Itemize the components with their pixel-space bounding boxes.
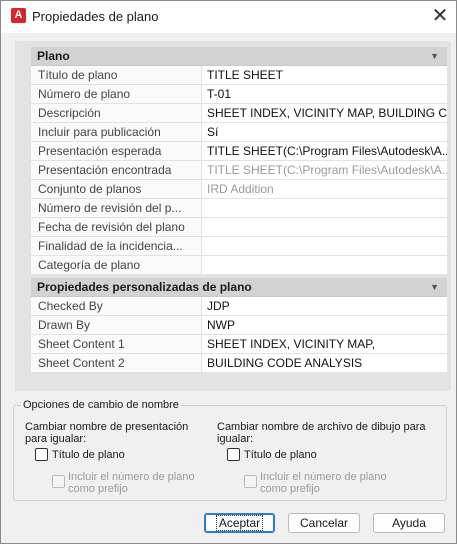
property-value[interactable]: T-01 (202, 85, 447, 103)
property-name: Finalidad de la incidencia... (31, 237, 202, 255)
property-value[interactable] (202, 199, 447, 217)
property-value[interactable] (202, 237, 447, 255)
layout-sheet-title-checkbox-label: Título de plano (52, 449, 125, 461)
autocad-app-icon: A (11, 8, 26, 23)
property-row[interactable]: Descripción SHEET INDEX, VICINITY MAP, BU… (31, 104, 447, 123)
property-value[interactable]: SHEET INDEX, VICINITY MAP, (202, 335, 447, 353)
layout-prefix-number-label-line2: como prefijo (68, 483, 128, 495)
property-name: Número de revisión del p... (31, 199, 202, 217)
property-name: Sheet Content 2 (31, 354, 202, 372)
collapse-arrow-icon[interactable]: ▼ (430, 47, 439, 66)
cancel-button[interactable]: Cancelar (288, 513, 360, 533)
property-row[interactable]: Categoría de plano (31, 256, 447, 275)
rename-options-legend: Opciones de cambio de nombre (21, 399, 181, 411)
property-value: IRD Addition (207, 182, 274, 196)
rename-layout-label-line1: Cambiar nombre de presentación (25, 421, 189, 433)
property-grid: Plano ▼ Título de plano TITLE SHEET Número d… (31, 47, 447, 373)
category-label: Propiedades personalizadas de plano (37, 280, 252, 294)
property-value[interactable]: Sí (202, 123, 447, 141)
property-name: Incluir para publicación (31, 123, 202, 141)
property-row[interactable]: Presentación encontrada TITLE SHEET(C:\Pr… (31, 161, 447, 180)
property-value[interactable]: BUILDING CODE ANALYSIS (202, 354, 447, 372)
property-row[interactable]: Fecha de revisión del plano (31, 218, 447, 237)
property-name: Presentación encontrada (31, 161, 202, 179)
close-button[interactable]: ✕ (424, 3, 456, 31)
rename-layout-label-line2: para igualar: (25, 433, 87, 445)
property-name: Conjunto de planos (31, 180, 202, 198)
property-name: Fecha de revisión del plano (31, 218, 202, 236)
properties-panel: Plano ▼ Título de plano TITLE SHEET Número d… (15, 41, 451, 391)
rename-drawing-file-label: Cambiar nombre de archivo de dibujo para… (217, 421, 426, 445)
property-name: Presentación esperada (31, 142, 202, 160)
category-header[interactable]: Plano ▼ (31, 47, 447, 66)
property-value[interactable] (202, 256, 447, 274)
layout-prefix-number-label: Incluir el número de plano como prefijo (68, 471, 195, 495)
layout-prefix-number-label-line1: Incluir el número de plano (68, 471, 195, 483)
collapse-arrow-icon[interactable]: ▼ (430, 278, 439, 297)
category-label: Plano (37, 49, 70, 63)
property-row[interactable]: Finalidad de la incidencia... (31, 237, 447, 256)
category-header[interactable]: Propiedades personalizadas de plano ▼ (31, 278, 447, 297)
property-row[interactable]: Conjunto de planos IRD Addition (31, 180, 447, 199)
property-row[interactable]: Presentación esperada TITLE SHEET(C:\Prog… (31, 142, 447, 161)
drawing-prefix-number-label-line1: Incluir el número de plano (260, 471, 387, 483)
property-value[interactable]: SHEET INDEX, VICINITY MAP, BUILDING C... (202, 104, 447, 122)
help-button[interactable]: Ayuda (373, 513, 445, 533)
rename-drawing-file-label-line2: igualar: (217, 433, 254, 445)
property-name: Checked By (31, 297, 202, 315)
property-value[interactable]: TITLE SHEET(C:\Program Files\Autodesk\A.… (202, 142, 447, 160)
property-value[interactable]: TITLE SHEET (202, 66, 447, 84)
sheet-properties-dialog: A Propiedades de plano ✕ Plano ▼ Título de… (0, 0, 457, 544)
layout-prefix-number-checkbox[interactable] (52, 475, 65, 488)
property-name: Descripción (31, 104, 202, 122)
property-name: Sheet Content 1 (31, 335, 202, 353)
property-row[interactable]: Incluir para publicación Sí (31, 123, 447, 142)
drawing-sheet-title-checkbox-label: Título de plano (244, 449, 317, 461)
property-name: Categoría de plano (31, 256, 202, 274)
property-value[interactable]: NWP (202, 316, 447, 334)
dialog-title: Propiedades de plano (32, 9, 159, 24)
property-row[interactable]: Sheet Content 1 SHEET INDEX, VICINITY MAP… (31, 335, 447, 354)
ok-button[interactable]: Aceptar (204, 513, 275, 533)
drawing-sheet-title-checkbox[interactable] (227, 448, 240, 461)
drawing-prefix-number-checkbox[interactable] (244, 475, 257, 488)
ok-button-label: Aceptar (215, 515, 264, 531)
property-value: TITLE SHEET(C:\Program Files\Autodesk\A.… (207, 163, 447, 177)
property-row[interactable]: Número de revisión del p... (31, 199, 447, 218)
property-row[interactable]: Título de plano TITLE SHEET (31, 66, 447, 85)
property-name: Drawn By (31, 316, 202, 334)
layout-sheet-title-checkbox[interactable] (35, 448, 48, 461)
property-row[interactable]: Drawn By NWP (31, 316, 447, 335)
drawing-prefix-number-label: Incluir el número de plano como prefijo (260, 471, 387, 495)
property-row[interactable]: Checked By JDP (31, 297, 447, 316)
rename-drawing-file-label-line1: Cambiar nombre de archivo de dibujo para (217, 421, 426, 433)
close-icon: ✕ (431, 5, 449, 27)
rename-layout-label: Cambiar nombre de presentación para igua… (25, 421, 188, 445)
property-name: Número de plano (31, 85, 202, 103)
property-row[interactable]: Número de plano T-01 (31, 85, 447, 104)
property-name: Título de plano (31, 66, 202, 84)
property-value[interactable]: JDP (202, 297, 447, 315)
property-row[interactable]: Sheet Content 2 BUILDING CODE ANALYSIS (31, 354, 447, 373)
property-value[interactable] (202, 218, 447, 236)
title-bar: A Propiedades de plano ✕ (1, 1, 456, 33)
drawing-prefix-number-label-line2: como prefijo (260, 483, 320, 495)
